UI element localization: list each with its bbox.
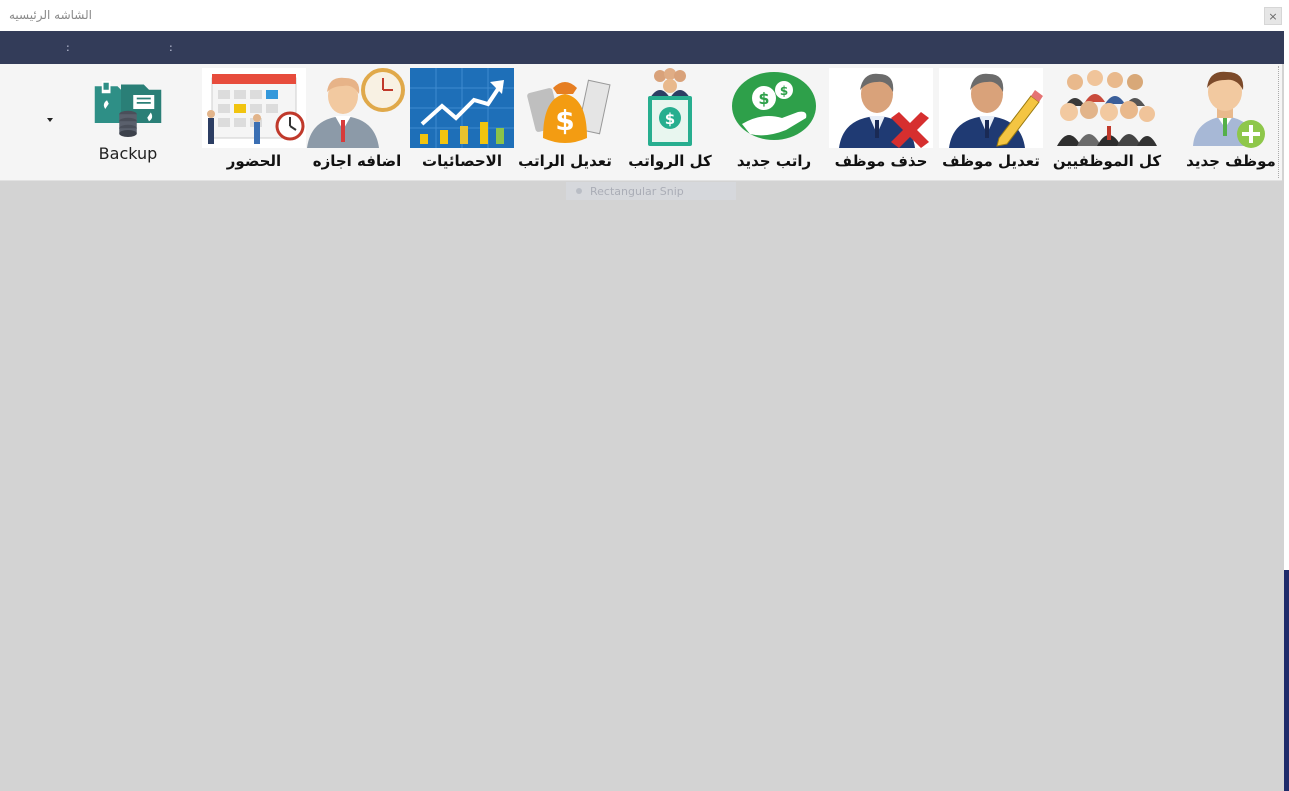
menu-separator: :: [169, 41, 173, 54]
attendance-button[interactable]: الحضور: [202, 68, 306, 178]
attendance-icon: [202, 68, 306, 148]
menu-separator: :: [66, 41, 70, 54]
snip-tool-ghost-label: Rectangular Snip: [590, 184, 684, 198]
new-salary-button[interactable]: $ $ راتب جديد: [722, 68, 826, 178]
edit-employee-icon: [939, 68, 1043, 148]
new-employee-label: موظف جديد: [1186, 152, 1276, 170]
statistics-button[interactable]: الاحصائيات: [410, 68, 514, 178]
delete-employee-icon: [829, 68, 933, 148]
snip-tool-dot-icon: [576, 188, 582, 194]
title-bar: الشاشه الرئيسيه ×: [0, 0, 1284, 32]
menu-bar: : :: [0, 31, 1284, 64]
svg-text:$: $: [758, 89, 769, 108]
snip-tool-ghost: Rectangular Snip: [566, 182, 736, 200]
window-title: الشاشه الرئيسيه: [9, 8, 92, 22]
attendance-label: الحضور: [226, 152, 282, 170]
edit-employee-button[interactable]: تعديل موظف: [939, 68, 1043, 178]
delete-employee-label: حذف موظف: [834, 152, 928, 170]
all-salaries-icon: $: [648, 68, 692, 146]
all-employees-label: كل الموظفيين: [1052, 152, 1162, 170]
add-vacation-icon: [307, 68, 405, 148]
ribbon-dropdown-arrow-icon[interactable]: [47, 118, 53, 122]
backup-label: Backup: [98, 144, 158, 163]
new-salary-icon: $ $: [732, 72, 816, 140]
svg-text:$: $: [665, 110, 675, 128]
add-employee-icon: [1193, 71, 1265, 148]
backup-icon: [94, 81, 162, 137]
close-button[interactable]: ×: [1264, 7, 1282, 25]
new-employee-button[interactable]: موظف جديد: [1179, 68, 1283, 178]
edit-salary-button[interactable]: $ تعديل الراتب: [513, 68, 617, 178]
desktop-edge: [1284, 570, 1289, 791]
edit-employee-label: تعديل موظف: [942, 152, 1040, 170]
all-employees-button[interactable]: كل الموظفيين: [1053, 68, 1161, 178]
delete-employee-button[interactable]: حذف موظف: [829, 68, 933, 178]
backup-button[interactable]: Backup: [76, 68, 180, 178]
edit-salary-icon: $: [527, 79, 611, 143]
svg-text:$: $: [555, 104, 574, 137]
add-vacation-button[interactable]: اضافه اجازه: [305, 68, 409, 178]
all-salaries-button[interactable]: $ كل الرواتب: [618, 68, 722, 178]
svg-text:$: $: [780, 84, 788, 98]
employees-group-icon: [1057, 70, 1157, 146]
statistics-icon: [410, 68, 514, 148]
